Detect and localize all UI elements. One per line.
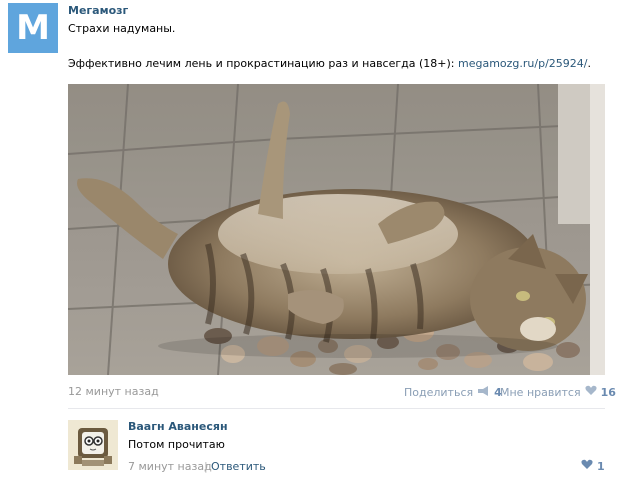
like-button[interactable]: Мне нравится 16 xyxy=(500,385,616,399)
community-avatar[interactable]: M xyxy=(8,3,58,53)
comment-timestamp[interactable]: 7 минут назад xyxy=(128,460,212,473)
post-link-suffix: . xyxy=(587,57,591,70)
comment-like-button[interactable]: 1 xyxy=(581,459,605,473)
post-timestamp[interactable]: 12 минут назад xyxy=(68,385,159,398)
cat-photo-illustration xyxy=(68,84,605,375)
post-text-line2: Эффективно лечим лень и прокрастинацию р… xyxy=(68,57,591,70)
comment-like-count: 1 xyxy=(597,459,605,473)
comment-separator: | xyxy=(204,460,208,473)
reply-button[interactable]: Ответить xyxy=(211,460,266,473)
post-text-line1: Страхи надуманы. xyxy=(68,22,176,35)
post-text-body: Эффективно лечим лень и прокрастинацию р… xyxy=(68,57,458,70)
megaphone-icon xyxy=(477,385,491,400)
share-label: Поделиться xyxy=(404,386,474,399)
comments-divider xyxy=(68,408,605,409)
post-link[interactable]: megamozg.ru/p/25924/ xyxy=(458,57,588,70)
avatar-letter: M xyxy=(16,8,50,48)
like-label: Мне нравится xyxy=(500,385,581,399)
share-button[interactable]: Поделиться 4 xyxy=(404,385,502,400)
post-photo[interactable] xyxy=(68,84,605,375)
heart-icon xyxy=(581,459,593,473)
heart-icon xyxy=(585,385,597,399)
comment-author[interactable]: Ваагн Аванесян xyxy=(128,420,228,433)
post-author[interactable]: Мегамозг xyxy=(68,4,128,17)
like-count: 16 xyxy=(600,385,616,399)
comment-avatar[interactable] xyxy=(68,420,118,470)
comment-text: Потом прочитаю xyxy=(128,438,225,451)
